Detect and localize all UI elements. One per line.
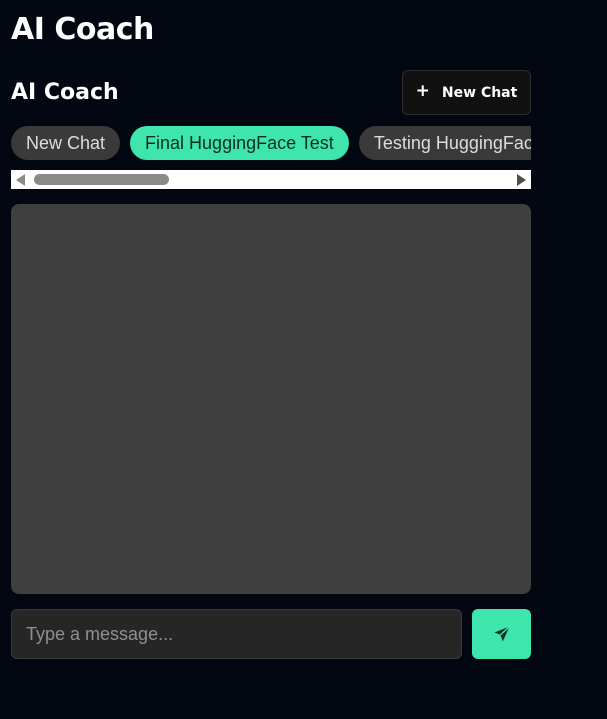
message-composer (11, 609, 531, 659)
send-button[interactable] (472, 609, 531, 659)
page-title: AI Coach (11, 12, 154, 47)
new-chat-label: New Chat (441, 84, 518, 101)
tab-testing-huggingface[interactable]: Testing HuggingFace B (358, 126, 531, 160)
chat-messages-panel (11, 204, 531, 594)
scroll-left-arrow-icon[interactable] (16, 174, 25, 186)
tab-final-huggingface-test[interactable]: Final HuggingFace Test (130, 126, 349, 160)
coach-header: AI Coach + New Chat (11, 70, 531, 115)
coach-title: AI Coach (11, 80, 119, 105)
chat-tabs-viewport: New Chat Final HuggingFace Test Testing … (11, 126, 531, 160)
scroll-thumb[interactable] (34, 174, 169, 185)
send-icon (494, 625, 510, 642)
new-chat-button[interactable]: + New Chat (402, 70, 531, 115)
tab-new-chat[interactable]: New Chat (11, 126, 121, 160)
message-input[interactable] (11, 609, 462, 659)
tabs-horizontal-scrollbar[interactable] (11, 170, 531, 189)
plus-icon: + (415, 81, 430, 101)
scroll-right-arrow-icon[interactable] (517, 174, 526, 186)
chat-tabs: New Chat Final HuggingFace Test Testing … (11, 126, 531, 160)
